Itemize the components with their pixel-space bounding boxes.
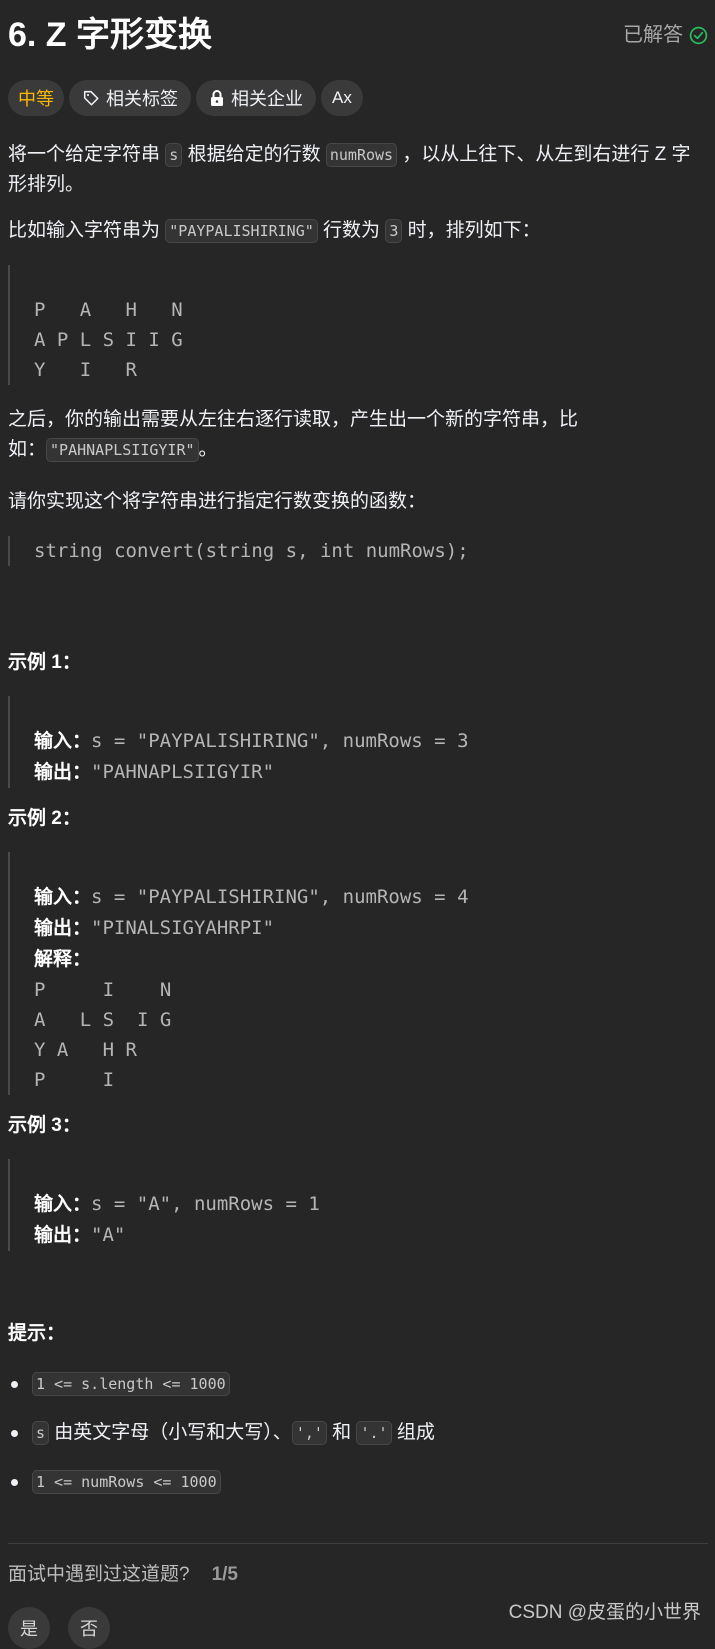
translate-button[interactable]: Ax — [321, 80, 363, 116]
zigzag-diagram: P A H N A P L S I I G Y I R — [8, 265, 708, 385]
translate-icon: Ax — [332, 88, 352, 107]
explain-row: P I N — [34, 979, 172, 1001]
explain-label: 解释： — [34, 949, 92, 970]
zigzag-row: P A H N — [34, 299, 183, 321]
output-label: 输出： — [34, 762, 92, 783]
hint-item: 1 <= s.length <= 1000 — [8, 1369, 708, 1399]
hints-title: 提示： — [8, 1323, 66, 1344]
description-paragraph-2: 比如输入字符串为 "PAYPALISHIRING" 行数为 3 时，排列如下： — [8, 219, 541, 243]
bullet-icon — [11, 1381, 18, 1388]
output-label: 输出： — [34, 1225, 92, 1246]
inline-code: s — [165, 143, 183, 167]
hint-item: 1 <= numRows <= 1000 — [8, 1467, 708, 1497]
no-button[interactable]: 否 — [68, 1607, 110, 1649]
divider — [8, 1543, 708, 1544]
solved-label: 已解答 — [623, 24, 683, 46]
hint-item: s 由英文字母（小写和大写）、 ',' 和 '.' 组成 — [8, 1418, 708, 1448]
interview-count: 1/5 — [211, 1564, 238, 1585]
input-label: 输入： — [34, 1194, 92, 1215]
lock-icon — [209, 89, 225, 107]
example-1-block: 输入：s = "PAYPALISHIRING", numRows = 3 输出："… — [8, 696, 708, 788]
example-input: s = "PAYPALISHIRING", numRows = 3 — [91, 730, 469, 752]
function-signature: string convert(string s, int numRows); — [8, 536, 708, 566]
difficulty-label: 中等 — [18, 89, 54, 109]
interview-question-label: 面试中遇到过这道题? — [8, 1564, 190, 1585]
explain-row: P I — [34, 1069, 115, 1091]
description-paragraph-3: 之后，你的输出需要从左往右逐行读取，产生出一个新的字符串，比如： "PAHNAPL… — [8, 409, 579, 462]
input-label: 输入： — [34, 731, 92, 752]
example-1-title: 示例 1： — [8, 652, 81, 673]
inline-code: "PAHNAPLSIIGYIR" — [46, 438, 199, 462]
description-paragraph-4: 请你实现这个将字符串进行指定行数变换的函数： — [8, 491, 427, 512]
tag-bar: 中等 相关标签 相关企业 Ax — [8, 80, 363, 116]
watermark: CSDN @皮蛋的小世界 — [508, 1602, 701, 1623]
topics-tag-label: 相关标签 — [106, 89, 178, 109]
companies-tag-button[interactable]: 相关企业 — [196, 80, 316, 116]
inline-code: s — [32, 1421, 50, 1445]
difficulty-badge: 中等 — [8, 80, 64, 116]
description-paragraph-1: 将一个给定字符串 s 根据给定的行数 numRows ，以从上往下、从左到右进行… — [8, 143, 691, 195]
example-3-block: 输入：s = "A", numRows = 1 输出："A" — [8, 1159, 708, 1251]
inline-code: 1 <= numRows <= 1000 — [32, 1470, 221, 1494]
title-row: 6. Z 字形变换 已解答 — [8, 12, 708, 58]
example-input: s = "PAYPALISHIRING", numRows = 4 — [91, 886, 469, 908]
companies-tag-label: 相关企业 — [231, 89, 303, 109]
bullet-icon — [11, 1479, 18, 1486]
explain-row: A L S I G — [34, 1009, 172, 1031]
solved-status: 已解答 — [623, 20, 708, 50]
example-3-title: 示例 3： — [8, 1115, 81, 1136]
example-output: "A" — [91, 1224, 126, 1246]
bullet-icon — [11, 1430, 18, 1437]
tag-icon — [82, 89, 100, 107]
zigzag-row: Y I R — [34, 359, 137, 381]
inline-code: 1 <= s.length <= 1000 — [32, 1372, 230, 1396]
example-output: "PINALSIGYAHRPI" — [91, 917, 275, 939]
inline-code: "PAYPALISHIRING" — [165, 219, 318, 243]
problem-description: 将一个给定字符串 s 根据给定的行数 numRows ，以从上往下、从左到右进行… — [8, 140, 708, 1497]
inline-code: 3 — [385, 219, 403, 243]
example-2-title: 示例 2： — [8, 808, 81, 829]
explain-row: Y A H R — [34, 1039, 137, 1061]
interview-question: 面试中遇到过这道题? 1/5 — [8, 1560, 238, 1590]
inline-code: '.' — [356, 1421, 392, 1445]
inline-code: ',' — [291, 1421, 327, 1445]
yes-button[interactable]: 是 — [8, 1607, 50, 1649]
check-circle-icon — [689, 26, 708, 45]
zigzag-row: A P L S I I G — [34, 329, 183, 351]
output-label: 输出： — [34, 918, 92, 939]
hints-list: 1 <= s.length <= 1000 s 由英文字母（小写和大写）、 ','… — [8, 1369, 708, 1497]
inline-code: numRows — [325, 143, 398, 167]
example-output: "PAHNAPLSIIGYIR" — [91, 761, 275, 783]
example-2-block: 输入：s = "PAYPALISHIRING", numRows = 4 输出："… — [8, 852, 708, 1095]
topics-tag-button[interactable]: 相关标签 — [69, 80, 191, 116]
input-label: 输入： — [34, 887, 92, 908]
example-input: s = "A", numRows = 1 — [91, 1193, 320, 1215]
problem-title[interactable]: 6. Z 字形变换 — [8, 12, 212, 58]
